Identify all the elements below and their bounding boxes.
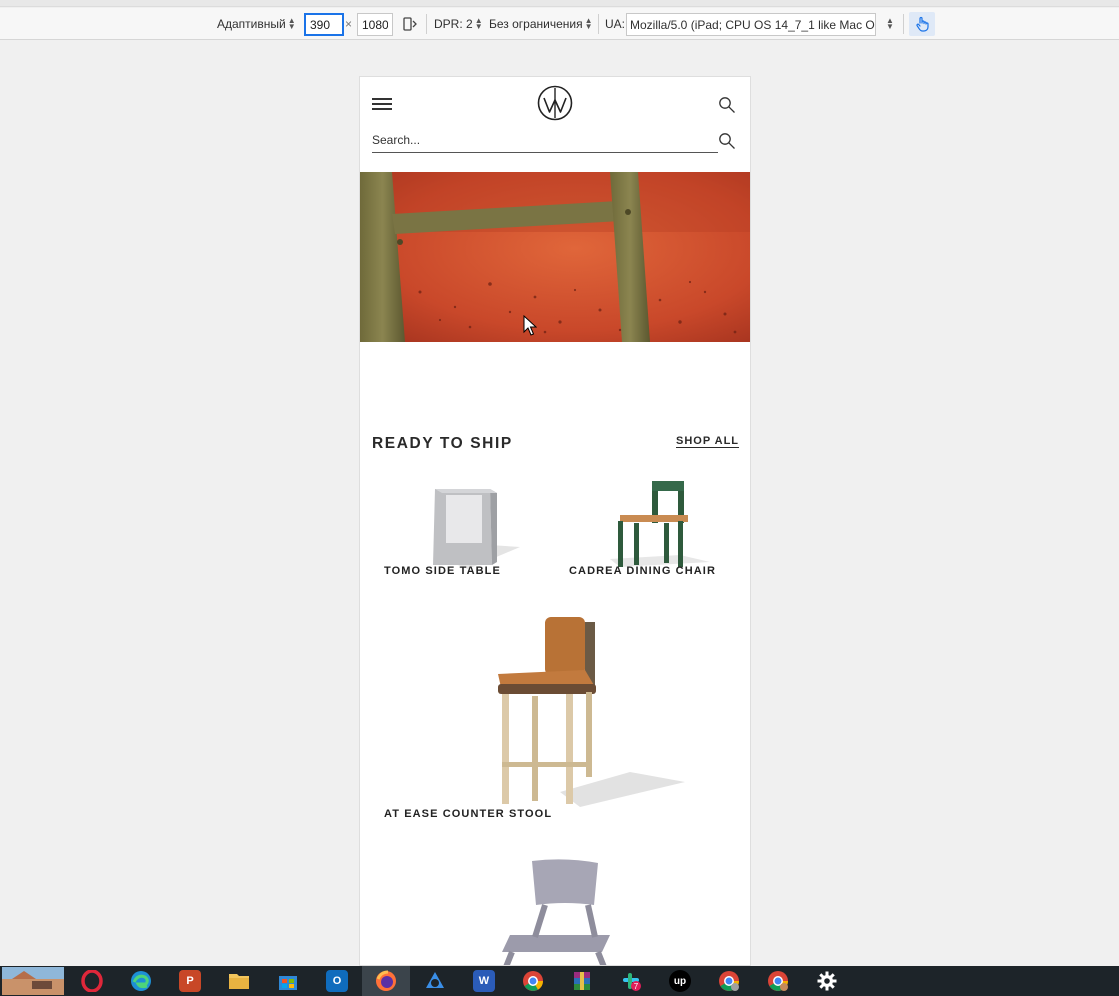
word-icon[interactable]: W (460, 966, 508, 996)
ua-label: UA: (605, 17, 626, 31)
chrome-profile-2-icon[interactable] (754, 966, 802, 996)
product-card[interactable]: AT EASE COUNTER STOOL (380, 612, 720, 827)
dimension-separator: × (345, 17, 353, 31)
product-name: CADREA DINING CHAIR (569, 565, 716, 577)
product-image (502, 859, 610, 965)
toolbar-divider (903, 14, 904, 34)
section-title: READY TO SHIP (372, 435, 513, 452)
app-icon[interactable] (411, 966, 459, 996)
user-agent-input[interactable]: Mozilla/5.0 (iPad; CPU OS 14_7_1 like Ma… (626, 13, 876, 36)
file-explorer-icon[interactable] (215, 966, 263, 996)
hero-banner-image[interactable] (360, 172, 750, 342)
opera-icon[interactable] (68, 966, 116, 996)
menu-icon[interactable] (372, 98, 392, 110)
dpr-select[interactable]: DPR: 2 ▲ ▼ (434, 8, 483, 40)
settings-icon[interactable] (803, 966, 851, 996)
dpr-label: DPR: 2 (434, 17, 473, 31)
device-toolbar: Адаптивный ▲▼ × DPR: 2 ▲▼ Без ограничени… (0, 8, 1119, 40)
svg-text:7: 7 (634, 982, 639, 991)
height-input[interactable] (357, 13, 393, 36)
width-input[interactable] (304, 13, 344, 36)
brand-logo[interactable] (537, 85, 573, 121)
search-icon[interactable] (718, 96, 736, 114)
edge-icon[interactable] (117, 966, 165, 996)
ua-select-arrows-icon[interactable]: ▲ ▼ (884, 8, 894, 40)
mouse-cursor-icon (523, 315, 537, 336)
device-mode-select[interactable]: Адаптивный ▲ ▼ (217, 8, 296, 40)
product-card[interactable]: TOMO SIDE TABLE (380, 477, 550, 582)
user-agent-value: Mozilla/5.0 (iPad; CPU OS 14_7_1 like Ma… (630, 17, 876, 32)
shop-all-link[interactable]: SHOP ALL (676, 435, 739, 447)
winrar-icon[interactable] (558, 966, 606, 996)
powerpoint-icon[interactable]: P (166, 966, 214, 996)
product-card[interactable]: CADREA DINING CHAIR (560, 477, 740, 582)
search-field[interactable] (372, 129, 718, 153)
search-input[interactable] (372, 129, 718, 151)
toolbar-divider (426, 14, 427, 34)
product-image (498, 617, 685, 807)
outlook-icon[interactable]: O (313, 966, 361, 996)
select-arrows-icon: ▲ ▼ (584, 16, 593, 31)
product-name: AT EASE COUNTER STOOL (384, 808, 553, 820)
product-image (610, 481, 710, 567)
desktop-thumbnail-icon[interactable] (0, 966, 66, 996)
rotate-icon[interactable] (402, 8, 418, 40)
touch-emulation-button[interactable] (909, 12, 935, 36)
toolbar-divider (598, 14, 599, 34)
upwork-icon[interactable]: up (656, 966, 704, 996)
emulated-viewport: READY TO SHIP SHOP ALL TOMO SIDE TABLE C… (359, 76, 751, 966)
chrome-profile-icon[interactable] (705, 966, 753, 996)
device-mode-label: Адаптивный (217, 17, 286, 31)
select-arrows-icon: ▲ ▼ (287, 16, 296, 31)
search-submit-icon[interactable] (718, 132, 736, 150)
slack-icon[interactable]: 7 (607, 966, 655, 996)
taskbar: P O W 7 up (0, 966, 1119, 996)
store-icon[interactable] (264, 966, 312, 996)
chrome-icon[interactable] (509, 966, 557, 996)
throttling-select[interactable]: Без ограничения ▲ ▼ (489, 8, 593, 40)
firefox-icon[interactable] (362, 966, 410, 996)
product-card[interactable] (480, 857, 630, 965)
browser-top-strip (0, 0, 1119, 7)
hand-pointer-icon (916, 16, 929, 32)
product-name: TOMO SIDE TABLE (384, 565, 501, 577)
select-arrows-icon: ▲ ▼ (474, 16, 483, 31)
product-image (433, 489, 520, 569)
throttling-label: Без ограничения (489, 17, 583, 31)
